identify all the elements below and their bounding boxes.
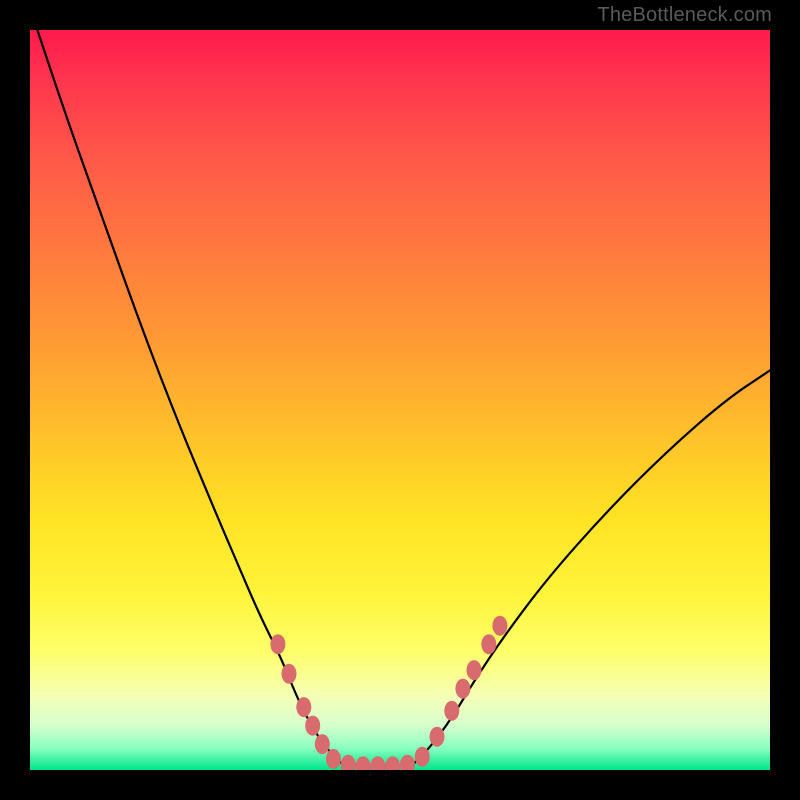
data-marker [326, 749, 341, 769]
data-marker [282, 664, 297, 684]
data-marker [296, 697, 311, 717]
marker-layer [270, 616, 507, 770]
data-marker [430, 727, 445, 747]
chart-frame: TheBottleneck.com [0, 0, 800, 800]
data-marker [270, 634, 285, 654]
data-marker [370, 756, 385, 770]
plot-area [30, 30, 770, 770]
curve-layer [30, 30, 770, 770]
data-marker [356, 756, 371, 770]
data-marker [467, 660, 482, 680]
curve-path [37, 30, 770, 766]
bottleneck-curve [37, 30, 770, 766]
data-marker [400, 755, 415, 770]
data-marker [455, 679, 470, 699]
data-marker [415, 747, 430, 767]
data-marker [315, 734, 330, 754]
data-marker [305, 716, 320, 736]
data-marker [492, 616, 507, 636]
data-marker [341, 755, 356, 770]
data-marker [385, 756, 400, 770]
data-marker [481, 634, 496, 654]
data-marker [444, 701, 459, 721]
watermark-text: TheBottleneck.com [597, 4, 772, 27]
